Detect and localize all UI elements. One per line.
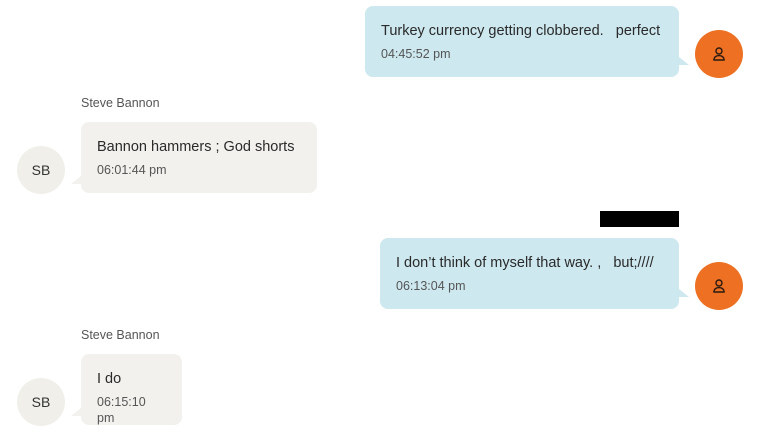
contact-avatar[interactable]: SB: [17, 378, 65, 426]
person-icon: [713, 279, 725, 293]
message-timestamp: 06:01:44 pm: [97, 163, 167, 177]
message-text: Turkey currency getting clobbered. perfe…: [381, 23, 661, 39]
message-bubble: I do 06:15:10 pm: [81, 354, 182, 425]
sender-name: Steve Bannon: [81, 96, 160, 110]
redaction-bar: [600, 211, 679, 227]
bubble-tail: [71, 176, 81, 184]
message-bubble: Turkey currency getting clobbered. perfe…: [365, 6, 679, 77]
sender-name: Steve Bannon: [81, 328, 160, 342]
message-text: Bannon hammers ; God shorts: [97, 139, 295, 155]
avatar-initials: SB: [31, 394, 51, 410]
message-bubble: Bannon hammers ; God shorts 06:01:44 pm: [81, 122, 317, 193]
avatar-initials: SB: [31, 162, 51, 178]
message-bubble: I don’t think of myself that way. , but;…: [380, 238, 679, 309]
user-avatar[interactable]: [695, 30, 743, 78]
message-timestamp: 06:15:10 pm: [97, 395, 146, 425]
person-icon: [713, 47, 725, 61]
bubble-tail: [71, 408, 81, 416]
user-avatar[interactable]: [695, 262, 743, 310]
message-timestamp: 06:13:04 pm: [396, 279, 466, 293]
bubble-tail: [679, 289, 689, 297]
message-timestamp: 04:45:52 pm: [381, 47, 451, 61]
message-text: I don’t think of myself that way. , but;…: [396, 255, 654, 271]
contact-avatar[interactable]: SB: [17, 146, 65, 194]
bubble-tail: [679, 57, 689, 65]
message-text: I do: [97, 371, 122, 387]
